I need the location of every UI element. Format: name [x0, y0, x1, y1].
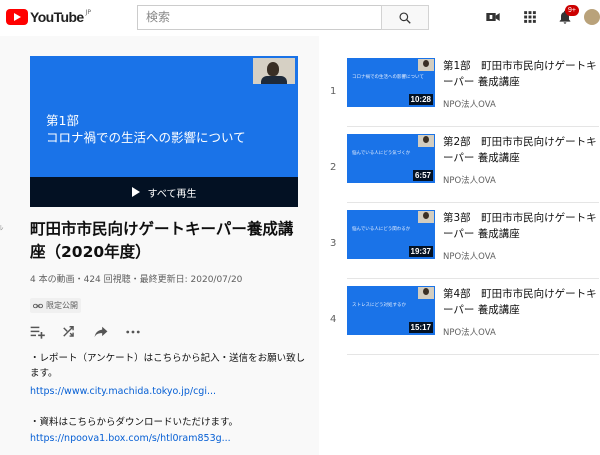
presenter-camera-inset: [418, 135, 434, 147]
video-duration: 19:37: [408, 246, 433, 257]
hero-caption: 第1部 コロナ禍での生活への影響について: [46, 112, 246, 146]
avatar: [584, 9, 600, 25]
video-thumbnail[interactable]: コロナ禍での生活への影響について 10:28: [347, 58, 435, 107]
description-link2-text[interactable]: https://npoova1.box.com/s/htl0ram853g...: [30, 433, 231, 444]
description-link1[interactable]: https://www.city.machida.tokyo.jp/cgi...: [30, 384, 310, 399]
description-link1-text[interactable]: https://www.city.machida.tokyo.jp/cgi...: [30, 386, 216, 397]
presenter-camera-inset: [418, 59, 434, 71]
shuffle-icon: [63, 326, 74, 337]
video-title[interactable]: 第1部 町田市市民向けゲートキーパー 養成講座: [443, 58, 599, 90]
video-duration: 10:28: [408, 94, 433, 105]
share-button[interactable]: [94, 322, 126, 342]
youtube-logo[interactable]: YouTube JP: [6, 9, 91, 25]
privacy-label: 限定公開: [46, 301, 78, 310]
logo-region: JP: [85, 8, 91, 16]
thumbnail-caption: コロナ禍での生活への影響について: [352, 75, 424, 80]
more-horizontal-icon: [126, 330, 140, 334]
description-line1: ・レポート（アンケート）はこちらから記入・送信をお願い致します。: [30, 353, 306, 379]
video-duration: 15:17: [408, 322, 433, 333]
hero-caption-line1: 第1部: [46, 113, 79, 128]
list-item[interactable]: 1 コロナ禍での生活への影響について 10:28 第1部 町田市市民向けゲートキ…: [319, 50, 600, 126]
video-title[interactable]: 第3部 町田市市民向けゲートキーパー 養成講座: [443, 210, 599, 242]
search-input[interactable]: 検索: [137, 5, 381, 30]
playlist-video-list: 1 コロナ禍での生活への影響について 10:28 第1部 町田市市民向けゲートキ…: [319, 36, 600, 455]
presenter-camera-inset: [418, 287, 434, 299]
apps-button[interactable]: [520, 7, 540, 27]
video-title[interactable]: 第2部 町田市市民向けゲートキーパー 養成講座: [443, 134, 599, 166]
playlist-add-icon: [30, 326, 45, 339]
divider: [347, 354, 599, 355]
video-thumbnail[interactable]: 悩んでいる人にどう気づくか 6:57: [347, 134, 435, 183]
video-thumbnail[interactable]: 悩んでいる人にどう関わるか 19:37: [347, 210, 435, 259]
search-icon: [399, 11, 411, 24]
channel-name[interactable]: NPO法人OVA: [443, 98, 496, 110]
thumbnail-caption: 悩んでいる人にどう関わるか: [352, 227, 411, 232]
share-icon: [94, 326, 108, 338]
thumbnail-caption: 悩んでいる人にどう気づくか: [352, 151, 411, 156]
privacy-badge: 限定公開: [30, 298, 81, 313]
item-index: 3: [330, 238, 337, 249]
notification-badge: 9+: [565, 5, 579, 16]
play-icon: [131, 187, 140, 197]
link-icon: [33, 303, 43, 308]
search-button[interactable]: [381, 5, 429, 30]
play-all-button[interactable]: すべて再生: [30, 177, 298, 207]
hero-caption-line2: コロナ禍での生活への影響について: [46, 130, 246, 145]
avatar-button[interactable]: [584, 7, 600, 27]
description-link2[interactable]: https://npoova1.box.com/s/htl0ram853g...: [30, 431, 310, 446]
playlist-stats: 4 本の動画・424 回視聴・最終更新日: 2020/07/20: [30, 275, 243, 285]
item-index: 2: [330, 162, 337, 173]
play-all-label: すべて再生: [147, 188, 197, 200]
playlist-title[interactable]: 町田市市民向けゲートキーパー養成講座（2020年度）: [30, 218, 300, 264]
list-item[interactable]: 2 悩んでいる人にどう気づくか 6:57 第2部 町田市市民向けゲートキーパー …: [319, 126, 600, 202]
edge-glyph: ﾚ: [0, 224, 4, 232]
channel-name[interactable]: NPO法人OVA: [443, 250, 496, 262]
create-video-button[interactable]: [483, 7, 503, 27]
playlist-actions: [30, 322, 158, 342]
youtube-play-icon: [6, 9, 28, 25]
channel-name[interactable]: NPO法人OVA: [443, 174, 496, 186]
list-item[interactable]: 3 悩んでいる人にどう関わるか 19:37 第3部 町田市市民向けゲートキーパー…: [319, 202, 600, 278]
more-options-button[interactable]: [126, 322, 158, 342]
video-duration: 6:57: [412, 170, 433, 181]
video-thumbnail[interactable]: ストレスにどう対処するか 15:17: [347, 286, 435, 335]
thumbnail-caption: ストレスにどう対処するか: [352, 303, 406, 308]
item-index: 4: [330, 314, 337, 325]
apps-grid-icon: [524, 11, 536, 23]
presenter-camera-inset: [418, 211, 434, 223]
video-title[interactable]: 第4部 町田市市民向けゲートキーパー 養成講座: [443, 286, 599, 318]
description-line2: ・資料はこちらからダウンロードいただけます。: [30, 417, 239, 428]
channel-name[interactable]: NPO法人OVA: [443, 326, 496, 338]
item-index: 1: [330, 86, 337, 97]
presenter-camera-inset: [253, 58, 295, 84]
playlist-hero-thumbnail[interactable]: 第1部 コロナ禍での生活への影響について すべて再生: [30, 56, 298, 207]
playlist-sidebar: ﾚ 第1部 コロナ禍での生活への影響について すべて再生 町田市市民向けゲートキ…: [0, 36, 319, 455]
shuffle-button[interactable]: [62, 322, 94, 342]
list-item[interactable]: 4 ストレスにどう対処するか 15:17 第4部 町田市市民向けゲートキーパー …: [319, 278, 600, 354]
video-camera-icon: [486, 13, 500, 21]
logo-text: YouTube: [30, 9, 84, 25]
masthead: YouTube JP 検索 9+: [0, 0, 600, 36]
add-to-queue-button[interactable]: [30, 322, 62, 342]
